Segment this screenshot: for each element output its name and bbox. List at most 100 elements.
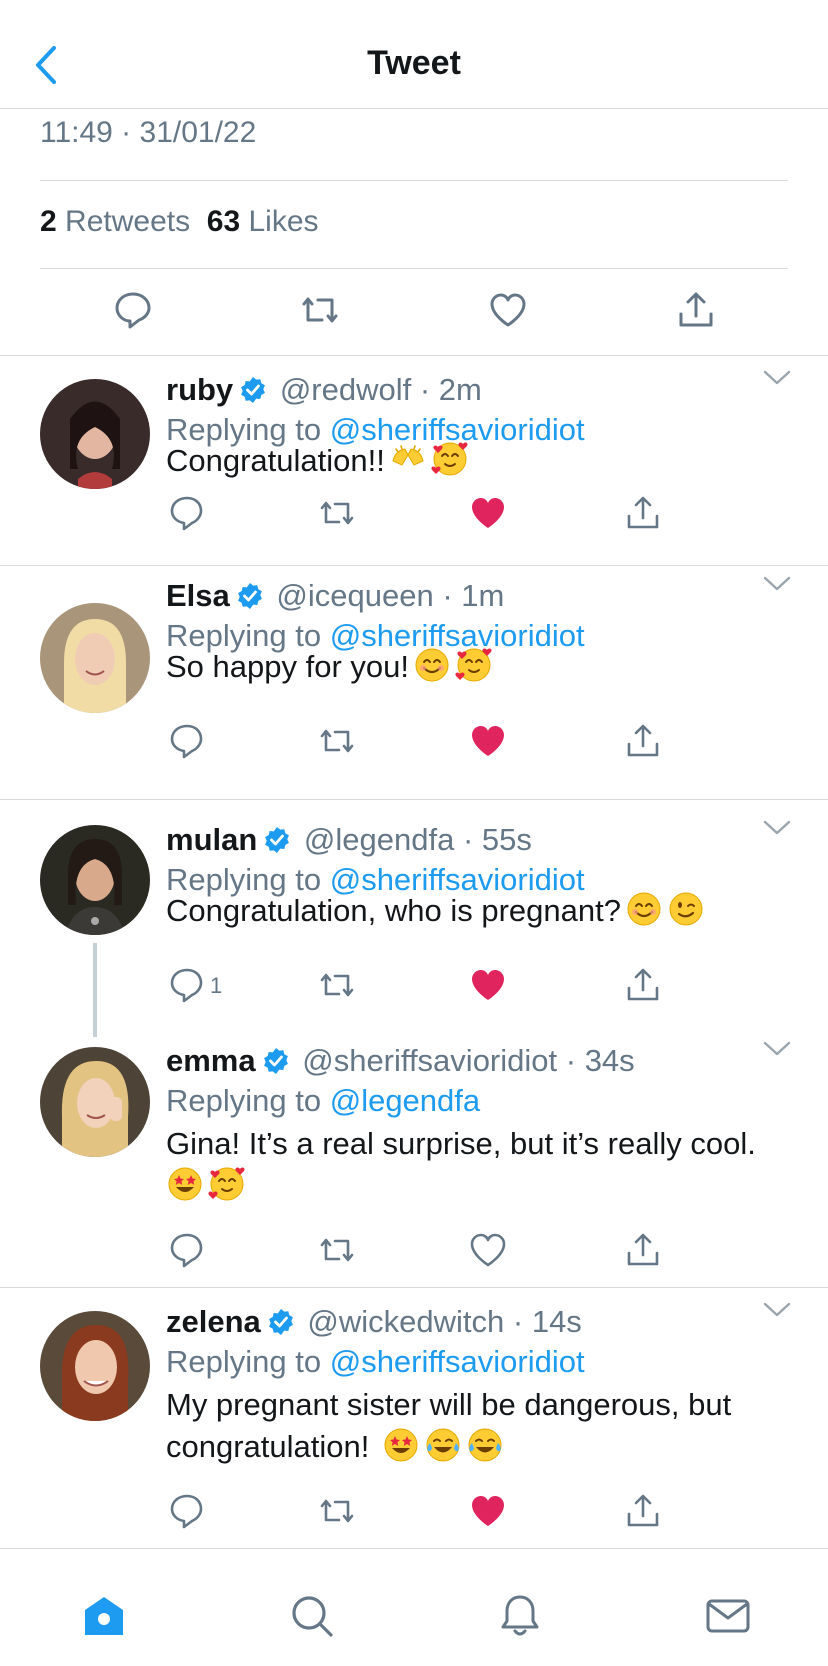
- reply-actions: [0, 722, 828, 762]
- retweet-icon[interactable]: [318, 1492, 356, 1530]
- reply-text: Congratulation!!: [166, 440, 796, 482]
- retweets-count: 2: [40, 205, 57, 238]
- share-icon[interactable]: [676, 290, 716, 330]
- reply-time: 14s: [531, 1304, 582, 1339]
- divider: [0, 565, 828, 566]
- verified-icon: [236, 582, 264, 610]
- retweet-icon[interactable]: [318, 494, 356, 532]
- winking-face-emoji-icon: [667, 891, 705, 927]
- share-icon[interactable]: [624, 722, 662, 760]
- handle: @redwolf: [279, 372, 412, 407]
- like-icon[interactable]: [469, 1231, 507, 1269]
- retweet-icon[interactable]: [318, 1231, 356, 1269]
- reply-count: 1: [210, 973, 223, 998]
- avatar[interactable]: [40, 1311, 150, 1421]
- like-icon[interactable]: [469, 1492, 507, 1530]
- home-icon[interactable]: [81, 1593, 127, 1639]
- handle: @wickedwitch: [307, 1304, 505, 1339]
- tweet-actions: [0, 290, 828, 334]
- search-icon[interactable]: [289, 1593, 335, 1639]
- like-icon[interactable]: [469, 722, 507, 760]
- display-name[interactable]: ruby: [166, 372, 233, 407]
- reply-header: zelena @wickedwitch · 14s: [166, 1304, 582, 1339]
- handle: @sheriffsavioridiot: [302, 1043, 558, 1078]
- reply-item[interactable]: Elsa @icequeen · 1m Replying to @sheriff…: [0, 576, 828, 800]
- replying-to: Replying to @sheriffsavioridiot: [166, 1344, 585, 1380]
- retweet-icon[interactable]: [318, 722, 356, 760]
- reply-item[interactable]: mulan @legendfa · 55s Replying to @sheri…: [0, 800, 828, 1015]
- smiling-face-with-hearts-emoji-icon: [455, 647, 493, 683]
- chevron-down-icon[interactable]: [762, 368, 792, 388]
- replying-label: Replying to: [166, 1344, 322, 1379]
- reply-text-content: congratulation!: [166, 1429, 370, 1464]
- reply-icon[interactable]: [113, 290, 153, 330]
- share-icon[interactable]: [624, 1231, 662, 1269]
- reply-text: Gina! It’s a real surprise, but it’s rea…: [166, 1123, 806, 1207]
- reply-item[interactable]: emma @sheriffsavioridiot · 34s Replying …: [0, 1015, 828, 1288]
- reply-actions: [0, 494, 828, 534]
- retweet-icon[interactable]: [318, 966, 356, 1004]
- reply-time: 34s: [584, 1043, 635, 1078]
- mail-icon[interactable]: [705, 1593, 751, 1639]
- reply-time: 1m: [461, 578, 505, 613]
- reply-icon[interactable]: [168, 722, 206, 760]
- likes-count: 63: [206, 205, 241, 238]
- tears-of-joy-emoji-icon: [424, 1427, 462, 1463]
- chevron-down-icon[interactable]: [762, 818, 792, 838]
- reply-text-content: Congratulation!!: [166, 443, 385, 478]
- retweets-label[interactable]: Retweets: [65, 205, 190, 238]
- like-icon[interactable]: [488, 290, 528, 330]
- reply-text-content: Congratulation, who is pregnant?: [166, 893, 621, 928]
- reply-actions: 1: [0, 966, 828, 1006]
- reply-icon[interactable]: [168, 1231, 206, 1269]
- reply-header: emma @sheriffsavioridiot · 34s: [166, 1043, 635, 1078]
- chevron-down-icon[interactable]: [762, 1039, 792, 1059]
- avatar[interactable]: [40, 1047, 150, 1157]
- replying-to-handle[interactable]: @legendfa: [330, 1083, 480, 1118]
- likes-label[interactable]: Likes: [248, 205, 318, 238]
- reply-header: Elsa @icequeen · 1m: [166, 578, 505, 613]
- chevron-down-icon[interactable]: [762, 574, 792, 594]
- reply-actions: [0, 1231, 828, 1271]
- smiling-face-emoji-icon: [625, 891, 663, 927]
- verified-icon: [239, 376, 267, 404]
- share-icon[interactable]: [624, 494, 662, 532]
- bell-icon[interactable]: [497, 1593, 543, 1639]
- tab-bar: [0, 1548, 828, 1666]
- avatar[interactable]: [40, 603, 150, 713]
- share-icon[interactable]: [624, 966, 662, 1004]
- display-name[interactable]: Elsa: [166, 578, 230, 613]
- reply-header: ruby @redwolf · 2m: [166, 372, 482, 407]
- reply-text: So happy for you!: [166, 646, 796, 688]
- like-icon[interactable]: [469, 494, 507, 532]
- retweet-icon[interactable]: [300, 290, 340, 330]
- like-icon[interactable]: [469, 966, 507, 1004]
- replying-to-handle[interactable]: @sheriffsavioridiot: [330, 1344, 585, 1379]
- reply-text: Congratulation, who is pregnant?: [166, 890, 796, 932]
- reply-icon[interactable]: [168, 1492, 206, 1530]
- raising-hands-emoji-icon: [392, 445, 424, 466]
- reply-text-content: Gina! It’s a real surprise, but it’s rea…: [166, 1126, 756, 1161]
- handle: @legendfa: [303, 822, 455, 857]
- verified-icon: [262, 1047, 289, 1075]
- reply-item[interactable]: ruby @redwolf · 2m Replying to @sheriffs…: [0, 356, 828, 566]
- verified-icon: [263, 826, 291, 854]
- divider: [40, 180, 788, 181]
- chevron-down-icon[interactable]: [762, 1300, 792, 1320]
- reply-header: mulan @legendfa · 55s: [166, 822, 532, 857]
- reply-icon[interactable]: [168, 494, 206, 532]
- display-name[interactable]: zelena: [166, 1304, 261, 1339]
- star-struck-emoji-icon: [382, 1427, 420, 1463]
- reply-text: My pregnant sister will be dangerous, bu…: [166, 1384, 806, 1468]
- reply-item[interactable]: zelena @wickedwitch · 14s Replying to @s…: [0, 1288, 828, 1548]
- display-name[interactable]: mulan: [166, 822, 257, 857]
- reply-icon[interactable]: [168, 966, 206, 1004]
- display-name[interactable]: emma: [166, 1043, 256, 1078]
- divider: [40, 268, 788, 269]
- reply-time: 55s: [481, 822, 532, 857]
- tweet-stats: 2 Retweets 63 Likes: [40, 205, 319, 239]
- avatar[interactable]: [40, 379, 150, 489]
- handle: @icequeen: [276, 578, 434, 613]
- share-icon[interactable]: [624, 1492, 662, 1530]
- avatar[interactable]: [40, 825, 150, 935]
